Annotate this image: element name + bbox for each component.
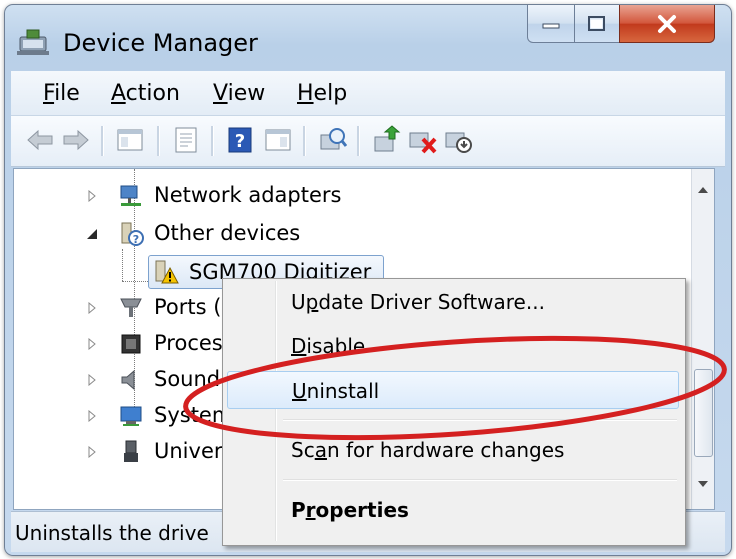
status-text: Uninstalls the drive [15, 521, 209, 545]
menu-separator [283, 419, 677, 421]
device-manager-icon [17, 29, 49, 55]
properties-icon[interactable] [171, 125, 201, 155]
menu-item-properties[interactable]: Properties [227, 491, 679, 529]
help-icon[interactable]: ? [225, 125, 255, 155]
update-driver-icon[interactable] [371, 125, 401, 155]
scroll-up-icon[interactable] [696, 183, 710, 197]
menu-help[interactable]: Help [297, 81, 347, 106]
tree-node-label: Proces [154, 331, 223, 355]
toolbar-separator [357, 126, 360, 156]
window-title: Device Manager [63, 29, 258, 57]
tree-node-label: System [154, 403, 233, 427]
menu-bar: File Action View Help [11, 71, 725, 116]
system-icon [120, 406, 142, 426]
expand-icon[interactable] [86, 446, 98, 458]
scan-hardware-icon[interactable] [317, 125, 347, 155]
menu-action[interactable]: Action [111, 81, 180, 106]
uninstall-device-icon[interactable] [407, 125, 437, 155]
toolbar-separator [101, 126, 104, 156]
close-button[interactable] [619, 5, 715, 43]
menu-file[interactable]: File [43, 81, 80, 106]
toolbar-separator [211, 126, 214, 156]
toolbar-separator [157, 126, 160, 156]
vertical-scrollbar[interactable] [691, 169, 714, 509]
network-adapter-icon [120, 185, 141, 206]
expand-icon[interactable] [86, 190, 98, 202]
svg-text:?: ? [235, 131, 245, 152]
warning-device-icon [155, 260, 179, 284]
menu-item-uninstall[interactable]: Uninstall [227, 371, 679, 409]
tree-node-label: Univer [154, 439, 223, 463]
menu-item-scan-hardware[interactable]: Scan for hardware changes [227, 431, 679, 469]
back-arrow-icon[interactable] [25, 125, 55, 155]
menu-item-label: Uninstall [292, 379, 380, 403]
menu-item-label: Properties [291, 498, 409, 522]
tree-node-label: Network adapters [154, 183, 342, 207]
forward-arrow-icon[interactable] [61, 125, 91, 155]
tree-connector [122, 249, 123, 281]
maximize-icon [588, 15, 605, 31]
tree-node-label: Sound [154, 367, 221, 391]
collapse-icon[interactable] [86, 228, 98, 240]
menu-view[interactable]: View [213, 81, 265, 106]
close-icon [658, 14, 676, 33]
scroll-down-icon[interactable] [696, 477, 710, 491]
disable-device-icon[interactable] [443, 125, 473, 155]
menu-separator [283, 479, 677, 481]
ports-icon [120, 298, 142, 317]
expand-icon[interactable] [86, 410, 98, 422]
menu-item-label: Update Driver Software... [291, 290, 545, 314]
usb-icon [124, 440, 138, 462]
expand-icon[interactable] [86, 374, 98, 386]
minimize-button[interactable] [527, 5, 575, 43]
menu-item-update-driver[interactable]: Update Driver Software... [227, 283, 679, 321]
scrollbar-thumb[interactable] [694, 369, 713, 457]
tree-connector [122, 281, 150, 282]
show-hide-console-tree-icon[interactable] [115, 125, 145, 155]
toolbar: ? [11, 116, 725, 167]
menu-item-label: Scan for hardware changes [291, 438, 565, 462]
expand-icon[interactable] [86, 338, 98, 350]
tree-node-label: Other devices [154, 221, 301, 245]
expand-icon[interactable] [86, 302, 98, 314]
menu-item-disable[interactable]: Disable [227, 327, 679, 365]
unknown-device-icon: ? [121, 222, 144, 246]
menu-item-label: Disable [291, 334, 366, 358]
maximize-button[interactable] [574, 5, 620, 43]
svg-text:?: ? [133, 233, 139, 246]
processor-icon [121, 334, 141, 354]
context-menu: Update Driver Software... Disable Uninst… [222, 278, 686, 546]
action-pane-icon[interactable] [263, 125, 293, 155]
title-bar[interactable]: Device Manager [5, 5, 731, 75]
toolbar-separator [303, 126, 306, 156]
minimize-icon [542, 23, 560, 28]
tree-node-label: Ports ( [154, 295, 222, 319]
sound-icon [121, 369, 135, 391]
